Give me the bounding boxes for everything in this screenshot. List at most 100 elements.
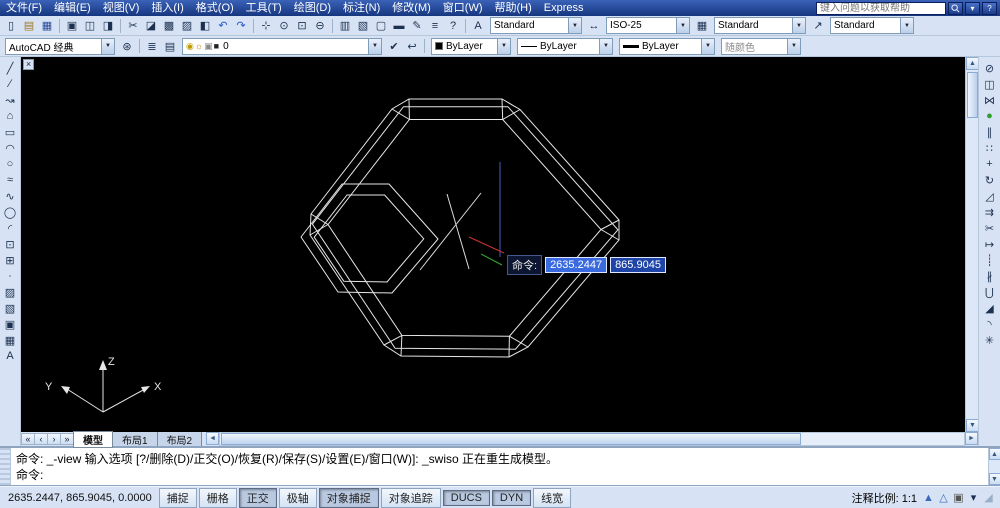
horizontal-scroll-track[interactable] [219, 432, 965, 446]
rectangle-icon[interactable]: ▭ [2, 124, 19, 140]
join-icon[interactable]: ⋃ [981, 284, 998, 300]
plot-preview-icon[interactable]: ◫ [81, 18, 99, 34]
dropdown-arrow-icon[interactable]: ▼ [497, 39, 510, 54]
vertical-scroll-thumb[interactable] [967, 72, 978, 118]
menu-format[interactable]: 格式(O) [190, 0, 240, 16]
explode-icon[interactable]: ✳ [981, 332, 998, 348]
menu-help[interactable]: 帮助(H) [489, 0, 538, 16]
markup-set-manager-icon[interactable]: ✎ [408, 18, 426, 34]
dropdown-arrow-icon[interactable]: ▼ [792, 18, 805, 33]
scroll-right-icon[interactable]: ► [965, 432, 978, 445]
match-properties-icon[interactable]: ▨ [178, 18, 196, 34]
make-object-layer-current-icon[interactable]: ✔ [385, 38, 403, 54]
plot-style-combo[interactable]: 随颜色 ▼ [721, 38, 801, 55]
dropdown-arrow-icon[interactable]: ▼ [101, 39, 114, 54]
ortho-toggle[interactable]: 正交 [239, 488, 277, 508]
command-scrollbar[interactable]: ▲ ▼ [988, 448, 1000, 485]
close-icon[interactable]: × [23, 59, 34, 70]
menu-dimension[interactable]: 标注(N) [337, 0, 386, 16]
polygon-icon[interactable]: ⌂ [2, 108, 19, 124]
undo-icon[interactable]: ↶ [214, 18, 232, 34]
dropdown-arrow-icon[interactable]: ▼ [568, 18, 581, 33]
otrack-toggle[interactable]: 对象追踪 [381, 488, 441, 508]
region-icon[interactable]: ▣ [2, 316, 19, 332]
sheet-set-manager-icon[interactable]: ▬ [390, 18, 408, 34]
fillet-icon[interactable]: ◝ [981, 316, 998, 332]
mirror-icon[interactable]: ⋈ [981, 92, 998, 108]
offset-icon[interactable]: ∥ [981, 124, 998, 140]
redo-icon[interactable]: ↷ [232, 18, 250, 34]
ellipse-icon[interactable]: ◯ [2, 204, 19, 220]
workspace-settings-icon[interactable]: ⊛ [118, 38, 136, 54]
tab-layout1[interactable]: 布局1 [112, 431, 158, 448]
table-style-combo[interactable]: Standard ▼ [714, 17, 806, 34]
workspace-combo[interactable]: AutoCAD 经典 ▼ [5, 38, 115, 55]
annotation-scale-label[interactable]: 注释比例: 1:1 [852, 490, 917, 506]
command-window-grip[interactable] [0, 448, 11, 485]
search-options-arrow-icon[interactable]: ▾ [965, 2, 980, 15]
tab-prev-button[interactable]: ‹ [34, 433, 48, 445]
grid-toggle[interactable]: 栅格 [199, 488, 237, 508]
lineweight-toggle[interactable]: 线宽 [533, 488, 571, 508]
dyn-y-input[interactable]: 865.9045 [610, 257, 666, 273]
dropdown-arrow-icon[interactable]: ▼ [676, 18, 689, 33]
annotation-visibility-icon[interactable]: ▲ [921, 490, 936, 506]
horizontal-scrollbar[interactable]: ◄ ► [206, 432, 978, 446]
color-combo[interactable]: ByLayer ▼ [431, 38, 511, 55]
menu-edit[interactable]: 编辑(E) [48, 0, 97, 16]
multileader-style-combo[interactable]: Standard ▼ [830, 17, 914, 34]
tool-palettes-icon[interactable]: ▢ [372, 18, 390, 34]
zoom-previous-icon[interactable]: ⊖ [311, 18, 329, 34]
ellipse-arc-icon[interactable]: ◜ [2, 220, 19, 236]
move-icon[interactable]: + [981, 156, 998, 172]
help-search-input[interactable] [816, 2, 946, 15]
menu-window[interactable]: 窗口(W) [437, 0, 489, 16]
lineweight-combo[interactable]: ByLayer ▼ [619, 38, 715, 55]
insert-block-icon[interactable]: ⊡ [2, 236, 19, 252]
dim-style-combo[interactable]: ISO-25 ▼ [606, 17, 690, 34]
new-file-icon[interactable]: ▯ [2, 18, 20, 34]
tab-model[interactable]: 模型 [73, 431, 113, 448]
block-editor-icon[interactable]: ◧ [196, 18, 214, 34]
menu-view[interactable]: 视图(V) [97, 0, 146, 16]
horizontal-scroll-thumb[interactable] [221, 433, 801, 445]
menu-draw[interactable]: 绘图(D) [288, 0, 337, 16]
hatch-icon[interactable]: ▨ [2, 284, 19, 300]
layer-previous-icon[interactable]: ↩ [403, 38, 421, 54]
command-text-area[interactable]: 命令: _-view 输入选项 [?/删除(D)/正交(O)/恢复(R)/保存(… [11, 448, 988, 485]
extend-icon[interactable]: ↦ [981, 236, 998, 252]
status-menu-arrow-icon[interactable]: ▾ [966, 490, 981, 506]
help-icon[interactable]: ? [444, 18, 462, 34]
designcenter-icon[interactable]: ▧ [354, 18, 372, 34]
coordinate-readout[interactable]: 2635.2447, 865.9045, 0.0000 [4, 490, 156, 506]
multiline-text-icon[interactable]: A [2, 348, 19, 364]
arc-icon[interactable]: ◠ [2, 140, 19, 156]
scroll-down-icon[interactable]: ▼ [989, 473, 1000, 485]
make-block-icon[interactable]: ⊞ [2, 252, 19, 268]
erase-icon[interactable]: ⊘ [981, 60, 998, 76]
tab-first-button[interactable]: « [21, 433, 35, 445]
ducs-toggle[interactable]: DUCS [443, 490, 490, 506]
dyn-x-input[interactable]: 2635.2447 [545, 257, 607, 273]
properties-icon[interactable]: ▥ [336, 18, 354, 34]
revision-cloud-icon[interactable]: ≈ [2, 172, 19, 188]
stretch-icon[interactable]: ⇉ [981, 204, 998, 220]
break-icon[interactable]: ∦ [981, 268, 998, 284]
scroll-left-icon[interactable]: ◄ [206, 432, 219, 445]
osnap-toggle[interactable]: 对象捕捉 [319, 488, 379, 508]
menu-tools[interactable]: 工具(T) [240, 0, 288, 16]
circle-icon[interactable]: ○ [2, 156, 19, 172]
break-at-point-icon[interactable]: ┊ [981, 252, 998, 268]
scroll-up-icon[interactable]: ▲ [989, 448, 1000, 460]
menu-modify[interactable]: 修改(M) [386, 0, 437, 16]
dyn-toggle[interactable]: DYN [492, 490, 531, 506]
layer-combo[interactable]: ◉☼▣■ 0 ▼ [182, 38, 382, 55]
zoom-window-icon[interactable]: ⊡ [293, 18, 311, 34]
annotation-autoscale-icon[interactable]: △ [936, 490, 951, 506]
dropdown-arrow-icon[interactable]: ▼ [599, 39, 612, 54]
save-icon[interactable]: ▦ [38, 18, 56, 34]
layer-properties-manager-icon[interactable]: ≣ [143, 38, 161, 54]
copy-icon[interactable]: ◫ [981, 76, 998, 92]
vertical-scrollbar[interactable]: ▲ ▼ [965, 57, 978, 432]
tab-layout2[interactable]: 布局2 [157, 431, 203, 448]
